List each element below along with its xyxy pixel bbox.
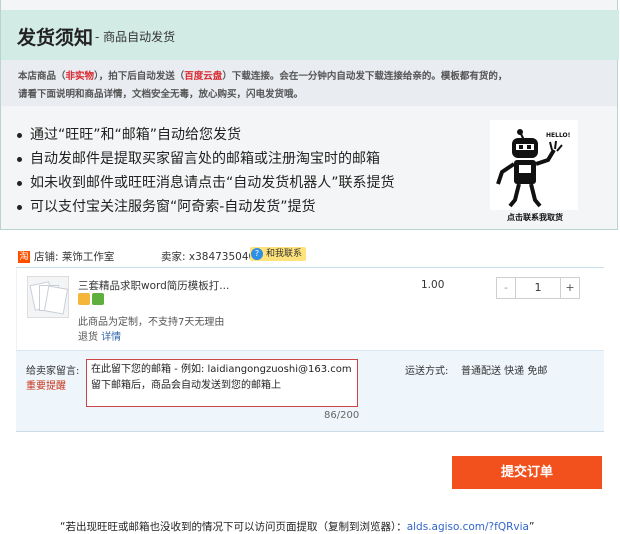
product-price: 1.00 [421, 279, 445, 291]
contact-seller-button[interactable]: ? 和我联系 [250, 247, 307, 261]
notice-header: 发货须知 - 商品自动发货 [1, 10, 619, 60]
wangwang-icon: ? [251, 248, 263, 260]
robot-icon: HELLO! [490, 120, 578, 210]
notice-line-1: 本店商品（非实物），拍下后自动发送（百度云盘）下载连接。会在一分钟内自动发下载连… [18, 71, 508, 82]
product-thumbnail[interactable] [27, 276, 69, 318]
quantity-input[interactable]: 1 [516, 278, 560, 298]
baidu-pan-highlight: 百度云盘 [184, 71, 223, 82]
bullet-dot-icon [17, 156, 22, 162]
product-service-icons [78, 293, 106, 312]
taobao-icon: 淘 [18, 251, 30, 263]
page-subtitle: - 商品自动发货 [95, 30, 176, 44]
delivery-bullets: 通过“旺旺”和“邮箱”自动给您发货 自动发邮件是提取买家留言处的邮箱或注册淘宝时… [17, 124, 395, 220]
non-physical-highlight: 非实物 [65, 71, 95, 82]
extraction-link[interactable]: alds.agiso.com/?fQRvia [407, 521, 529, 533]
product-row: 三套精品求职word简历模板打... 此商品为定制，不支持7天无理由 退货 详情… [16, 268, 605, 350]
refund-info: 退货 详情 [78, 332, 122, 343]
submit-order-button[interactable]: 提交订单 [452, 456, 602, 489]
robot-caption[interactable]: 点击联系我取货 [490, 212, 580, 223]
bullet-dot-icon [17, 132, 22, 138]
buyer-message-section: 给卖家留言: 重要提醒 在此留下您的邮箱 - 例如: laidiangongzu… [16, 350, 604, 431]
important-reminder: 重要提醒 [26, 381, 66, 392]
shipping-method: 普通配送 快递 免邮 [461, 366, 548, 377]
bullet-dot-icon [17, 204, 22, 210]
bullet-item: 自动发邮件是提取买家留言处的邮箱或注册淘宝时的邮箱 [17, 148, 395, 172]
message-textarea[interactable]: 在此留下您的邮箱 - 例如: laidiangongzuoshi@163.com… [86, 359, 358, 407]
bullet-item: 如未收到邮件或旺旺消息请点击“自动发货机器人”联系提货 [17, 172, 395, 196]
quantity-plus-button[interactable]: + [560, 278, 579, 298]
divider [16, 431, 604, 432]
delivery-notice-panel: 发货须知 - 商品自动发货 本店商品（非实物），拍下后自动发送（百度云盘）下载连… [0, 0, 619, 230]
refund-details-link[interactable]: 详情 [101, 332, 121, 343]
page-title: 发货须知 [17, 27, 94, 49]
message-label: 给卖家留言: [26, 366, 80, 377]
notice-line-2: 请看下面说明和商品详情，文档安全无毒，放心购买，闪电发货哦。 [18, 89, 304, 100]
notice-text: 本店商品（非实物），拍下后自动发送（百度云盘）下载连接。会在一分钟内自动发下载连… [1, 60, 617, 106]
bullet-item: 通过“旺旺”和“邮箱”自动给您发货 [17, 124, 395, 148]
card-icon [78, 293, 90, 305]
bullet-item: 可以支付宝关注服务窗“阿奇索-自动发货”提货 [17, 196, 395, 220]
green-service-icon [92, 293, 104, 305]
robot-speech: HELLO! [546, 132, 570, 139]
quantity-minus-button[interactable]: - [497, 278, 516, 298]
message-char-count: 86/200 [324, 410, 360, 421]
quantity-stepper[interactable]: - 1 + [496, 277, 580, 299]
product-title[interactable]: 三套精品求职word简历模板打... [78, 278, 229, 293]
bullet-dot-icon [17, 180, 22, 186]
product-note: 此商品为定制，不支持7天无理由 [78, 317, 225, 328]
shop-name[interactable]: 淘店铺: 莱饰工作室 [18, 249, 114, 264]
shipping-label: 运送方式: [405, 366, 449, 377]
seller-id: 卖家: x384735040 [161, 251, 256, 263]
robot-contact-image[interactable]: HELLO! [490, 120, 578, 210]
